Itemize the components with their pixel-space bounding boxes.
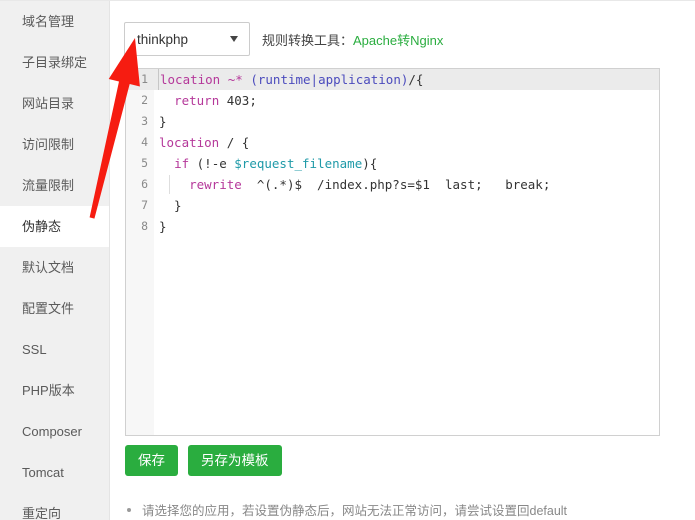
- code-line[interactable]: 3}: [126, 111, 659, 132]
- code-token: if: [174, 156, 190, 171]
- rule-converter-label: 规则转换工具：Apache转Nginx: [262, 30, 443, 49]
- sidebar-item-label: SSL: [22, 342, 47, 357]
- code-token: }: [159, 114, 167, 129]
- chevron-down-icon: [230, 36, 238, 42]
- sidebar-item-label: 配置文件: [22, 301, 75, 316]
- code-line[interactable]: 7 }: [126, 195, 659, 216]
- code-token: ^(.*)$ /index.php?s=$1 last; break;: [241, 177, 551, 192]
- sidebar-item-7[interactable]: 配置文件: [0, 288, 109, 329]
- code-line[interactable]: 2 return 403;: [126, 90, 659, 111]
- code-line[interactable]: 8}: [126, 216, 659, 237]
- code-line-text: location / {: [159, 132, 659, 153]
- code-line-text: rewrite ^(.*)$ /index.php?s=$1 last; bre…: [159, 174, 659, 195]
- line-number: 6: [141, 177, 148, 191]
- line-number: 1: [141, 72, 148, 86]
- sidebar-item-label: 访问限制: [22, 137, 75, 152]
- sidebar-item-8[interactable]: SSL: [0, 329, 109, 370]
- sidebar-item-3[interactable]: 访问限制: [0, 124, 109, 165]
- sidebar-item-label: 子目录绑定: [22, 55, 88, 70]
- code-line-text: location ~* (runtime|application)/{: [158, 69, 659, 90]
- help-note: 请选择您的应用，若设置伪静态后，网站无法正常访问，请尝试设置回default: [127, 500, 567, 519]
- sidebar-item-label: PHP版本: [22, 383, 75, 398]
- indent-guide: [169, 175, 170, 194]
- sidebar-item-label: 重定向: [22, 506, 62, 520]
- line-number: 4: [141, 135, 148, 149]
- sidebar-item-5[interactable]: 伪静态: [0, 206, 109, 247]
- code-line[interactable]: 4 location / {: [126, 132, 659, 153]
- sidebar-item-label: 网站目录: [22, 96, 75, 111]
- code-line-text: if (!-e $request_filename){: [159, 153, 659, 174]
- bullet-icon: [127, 507, 131, 512]
- save-as-template-button[interactable]: 另存为模板: [188, 445, 282, 476]
- line-number: 5: [141, 156, 148, 170]
- line-number: 3: [141, 114, 148, 128]
- code-line[interactable]: 1 location ~* (runtime|application)/{: [126, 69, 659, 90]
- line-number: 2: [141, 93, 148, 107]
- code-line-text: }: [159, 216, 659, 237]
- line-number: 8: [141, 219, 148, 233]
- app-select-value: thinkphp: [137, 31, 189, 47]
- code-token: }: [159, 198, 182, 213]
- rewrite-controls-row: thinkphp 规则转换工具：Apache转Nginx: [124, 22, 443, 56]
- code-token: 403;: [219, 93, 257, 108]
- sidebar-item-12[interactable]: 重定向: [0, 493, 109, 520]
- sidebar-item-label: 默认文档: [22, 260, 75, 275]
- sidebar-item-10[interactable]: Composer: [0, 411, 109, 452]
- code-lines-container: 1 location ~* (runtime|application)/{2 re…: [126, 69, 659, 237]
- code-token: }: [159, 219, 167, 234]
- sidebar-item-1[interactable]: 子目录绑定: [0, 42, 109, 83]
- code-line-text: }: [159, 195, 659, 216]
- code-token: location: [159, 135, 220, 150]
- action-buttons-row: 保存 另存为模板: [125, 445, 282, 476]
- code-token: ~*: [227, 72, 243, 87]
- app-window: 域名管理子目录绑定网站目录访问限制流量限制伪静态默认文档配置文件 SSL PHP版本…: [0, 0, 695, 520]
- main-content: thinkphp 规则转换工具：Apache转Nginx 1 location ~…: [111, 1, 695, 520]
- code-token: /{: [408, 72, 424, 87]
- code-token: ){: [362, 156, 378, 171]
- code-token: location: [160, 72, 221, 87]
- code-line[interactable]: 5 if (!-e $request_filename){: [126, 153, 659, 174]
- code-token: (runtime|application): [250, 72, 409, 87]
- app-select-dropdown[interactable]: thinkphp: [124, 22, 250, 56]
- code-token: return: [174, 93, 220, 108]
- code-line-text: }: [159, 111, 659, 132]
- code-token: (!-e: [189, 156, 235, 171]
- sidebar-nav: 域名管理子目录绑定网站目录访问限制流量限制伪静态默认文档配置文件 SSL PHP版本…: [0, 1, 110, 520]
- apache-to-nginx-link[interactable]: Apache转Nginx: [353, 33, 443, 48]
- code-line-text: return 403;: [159, 90, 659, 111]
- help-note-text: 请选择您的应用，若设置伪静态后，网站无法正常访问，请尝试设置回default: [142, 504, 568, 518]
- code-token: $request_filename: [234, 156, 363, 171]
- rewrite-rules-code-editor[interactable]: 1 location ~* (runtime|application)/{2 re…: [125, 68, 660, 436]
- sidebar-item-label: Composer: [22, 424, 82, 439]
- sidebar-item-6[interactable]: 默认文档: [0, 247, 109, 288]
- save-button[interactable]: 保存: [125, 445, 178, 476]
- sidebar-item-9[interactable]: PHP版本: [0, 370, 109, 411]
- sidebar-item-4[interactable]: 流量限制: [0, 165, 109, 206]
- sidebar-item-0[interactable]: 域名管理: [0, 1, 109, 42]
- code-token: rewrite: [189, 177, 242, 192]
- sidebar-item-2[interactable]: 网站目录: [0, 83, 109, 124]
- sidebar-item-label: Tomcat: [22, 465, 64, 480]
- code-line[interactable]: 6 rewrite ^(.*)$ /index.php?s=$1 last; b…: [126, 174, 659, 195]
- sidebar-item-11[interactable]: Tomcat: [0, 452, 109, 493]
- rule-converter-label-text: 规则转换工具：: [262, 32, 354, 48]
- sidebar-item-label: 流量限制: [22, 178, 75, 193]
- sidebar-item-label: 域名管理: [22, 14, 75, 29]
- sidebar-item-label: 伪静态: [22, 219, 62, 234]
- line-number: 7: [141, 198, 148, 212]
- code-token: / {: [219, 135, 250, 150]
